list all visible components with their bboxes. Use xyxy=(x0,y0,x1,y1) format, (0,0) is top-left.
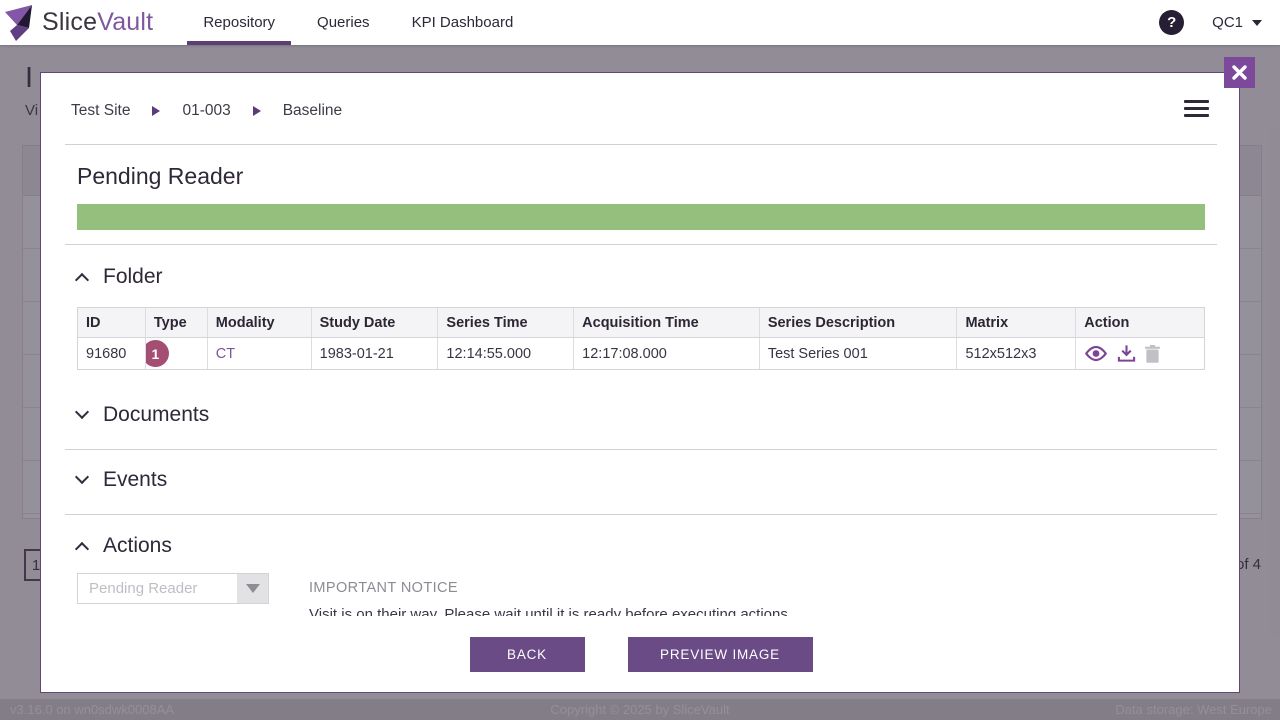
col-header-action: Action xyxy=(1076,308,1204,337)
series-acquisition-time: 12:17:08.000 xyxy=(574,338,760,369)
important-notice-title: IMPORTANT NOTICE xyxy=(309,580,458,596)
modal-button-row: BACK PREVIEW IMAGE xyxy=(41,637,1241,672)
slicevault-logo-icon xyxy=(4,4,36,42)
chevron-down-icon xyxy=(75,405,89,419)
col-header-type: Type xyxy=(146,308,208,337)
series-modality-cell: CT xyxy=(208,338,312,369)
tab-queries-label: Queries xyxy=(317,14,370,31)
breadcrumb-site[interactable]: Test Site xyxy=(71,102,130,120)
series-study-date: 1983-01-21 xyxy=(312,338,439,369)
eye-icon xyxy=(1084,345,1108,362)
view-series-button[interactable] xyxy=(1084,345,1108,362)
brand-name: SliceVault xyxy=(42,8,153,37)
divider xyxy=(65,144,1217,145)
close-button[interactable] xyxy=(1224,57,1255,88)
series-time: 12:14:55.000 xyxy=(438,338,574,369)
series-type-cell: 1 xyxy=(146,338,208,369)
section-folder[interactable]: Folder xyxy=(77,265,163,289)
chevron-up-icon xyxy=(75,542,89,556)
col-header-acquisition-time: Acquisition Time xyxy=(574,308,760,337)
tab-repository-label: Repository xyxy=(203,14,275,31)
trash-icon xyxy=(1145,345,1160,363)
navbar-right: ? QC1 xyxy=(1159,10,1262,35)
status-progress-bar xyxy=(77,204,1205,230)
help-icon-glyph: ? xyxy=(1167,14,1176,31)
chevron-up-icon xyxy=(75,273,89,287)
chevron-down-icon xyxy=(75,470,89,484)
col-header-matrix: Matrix xyxy=(957,308,1076,337)
section-documents[interactable]: Documents xyxy=(77,403,209,427)
status-select: Pending Reader xyxy=(77,573,269,604)
breadcrumb-visit[interactable]: Baseline xyxy=(283,102,342,120)
brand-name-vault: Vault xyxy=(97,8,153,36)
important-notice-text: Visit is on their way. Please wait until… xyxy=(309,604,1169,616)
chevron-down-icon xyxy=(1252,20,1262,26)
visit-detail-modal: Test Site 01-003 Baseline Pending Reader… xyxy=(40,72,1240,693)
divider xyxy=(65,514,1217,515)
tab-kpi-dashboard[interactable]: KPI Dashboard xyxy=(396,0,530,45)
breadcrumb-arrow-icon xyxy=(152,106,160,116)
section-folder-label: Folder xyxy=(103,265,163,289)
section-events[interactable]: Events xyxy=(77,468,167,492)
divider xyxy=(65,449,1217,450)
breadcrumb-arrow-icon xyxy=(253,106,261,116)
series-description: Test Series 001 xyxy=(760,338,958,369)
download-series-button[interactable] xyxy=(1117,344,1136,363)
status-select-arrow-button xyxy=(237,574,268,603)
section-actions-label: Actions xyxy=(103,534,172,558)
chevron-down-icon xyxy=(246,584,260,593)
app: I Vi 1 of 4 v3.16.0 on wn0sdwk0008AA Cop… xyxy=(0,0,1280,720)
section-events-label: Events xyxy=(103,468,167,492)
brand-name-slice: Slice xyxy=(42,8,97,36)
col-header-series-description: Series Description xyxy=(760,308,958,337)
back-button[interactable]: BACK xyxy=(470,637,585,672)
series-matrix: 512x512x3 xyxy=(957,338,1076,369)
folder-table-header-row: ID Type Modality Study Date Series Time … xyxy=(78,308,1204,338)
breadcrumb: Test Site 01-003 Baseline xyxy=(71,100,342,122)
series-action-cell xyxy=(1076,338,1204,369)
col-header-series-time: Series Time xyxy=(438,308,574,337)
breadcrumb-subject[interactable]: 01-003 xyxy=(182,102,230,120)
tab-repository[interactable]: Repository xyxy=(187,0,291,45)
divider xyxy=(65,244,1217,245)
section-documents-label: Documents xyxy=(103,403,209,427)
col-header-id: ID xyxy=(78,308,146,337)
modal-title: Pending Reader xyxy=(77,163,243,190)
col-header-modality: Modality xyxy=(208,308,312,337)
status-select-value: Pending Reader xyxy=(78,580,237,597)
tab-kpi-dashboard-label: KPI Dashboard xyxy=(412,14,514,31)
top-navbar: SliceVault Repository Queries KPI Dashbo… xyxy=(0,0,1280,45)
close-icon xyxy=(1231,64,1248,81)
download-icon xyxy=(1117,344,1136,363)
type-count-badge: 1 xyxy=(146,340,169,367)
preview-image-button[interactable]: PREVIEW IMAGE xyxy=(628,637,813,672)
modality-link[interactable]: CT xyxy=(216,346,235,362)
folder-table: ID Type Modality Study Date Series Time … xyxy=(77,307,1205,370)
user-menu[interactable]: QC1 xyxy=(1212,14,1262,31)
user-menu-label: QC1 xyxy=(1212,14,1243,31)
series-row: 91680 1 CT 1983-01-21 12:14:55.000 12:17… xyxy=(78,338,1204,369)
delete-series-button xyxy=(1145,345,1160,363)
brand-logo[interactable]: SliceVault xyxy=(4,4,153,42)
main-nav-tabs: Repository Queries KPI Dashboard xyxy=(187,0,539,45)
tab-queries[interactable]: Queries xyxy=(301,0,386,45)
modal-menu-icon[interactable] xyxy=(1184,100,1209,121)
section-actions[interactable]: Actions xyxy=(77,534,172,558)
series-id: 91680 xyxy=(78,338,146,369)
help-icon[interactable]: ? xyxy=(1159,10,1184,35)
col-header-study-date: Study Date xyxy=(312,308,439,337)
important-notice-text-clipped: Visit is on their way. Please wait until… xyxy=(309,604,1169,616)
